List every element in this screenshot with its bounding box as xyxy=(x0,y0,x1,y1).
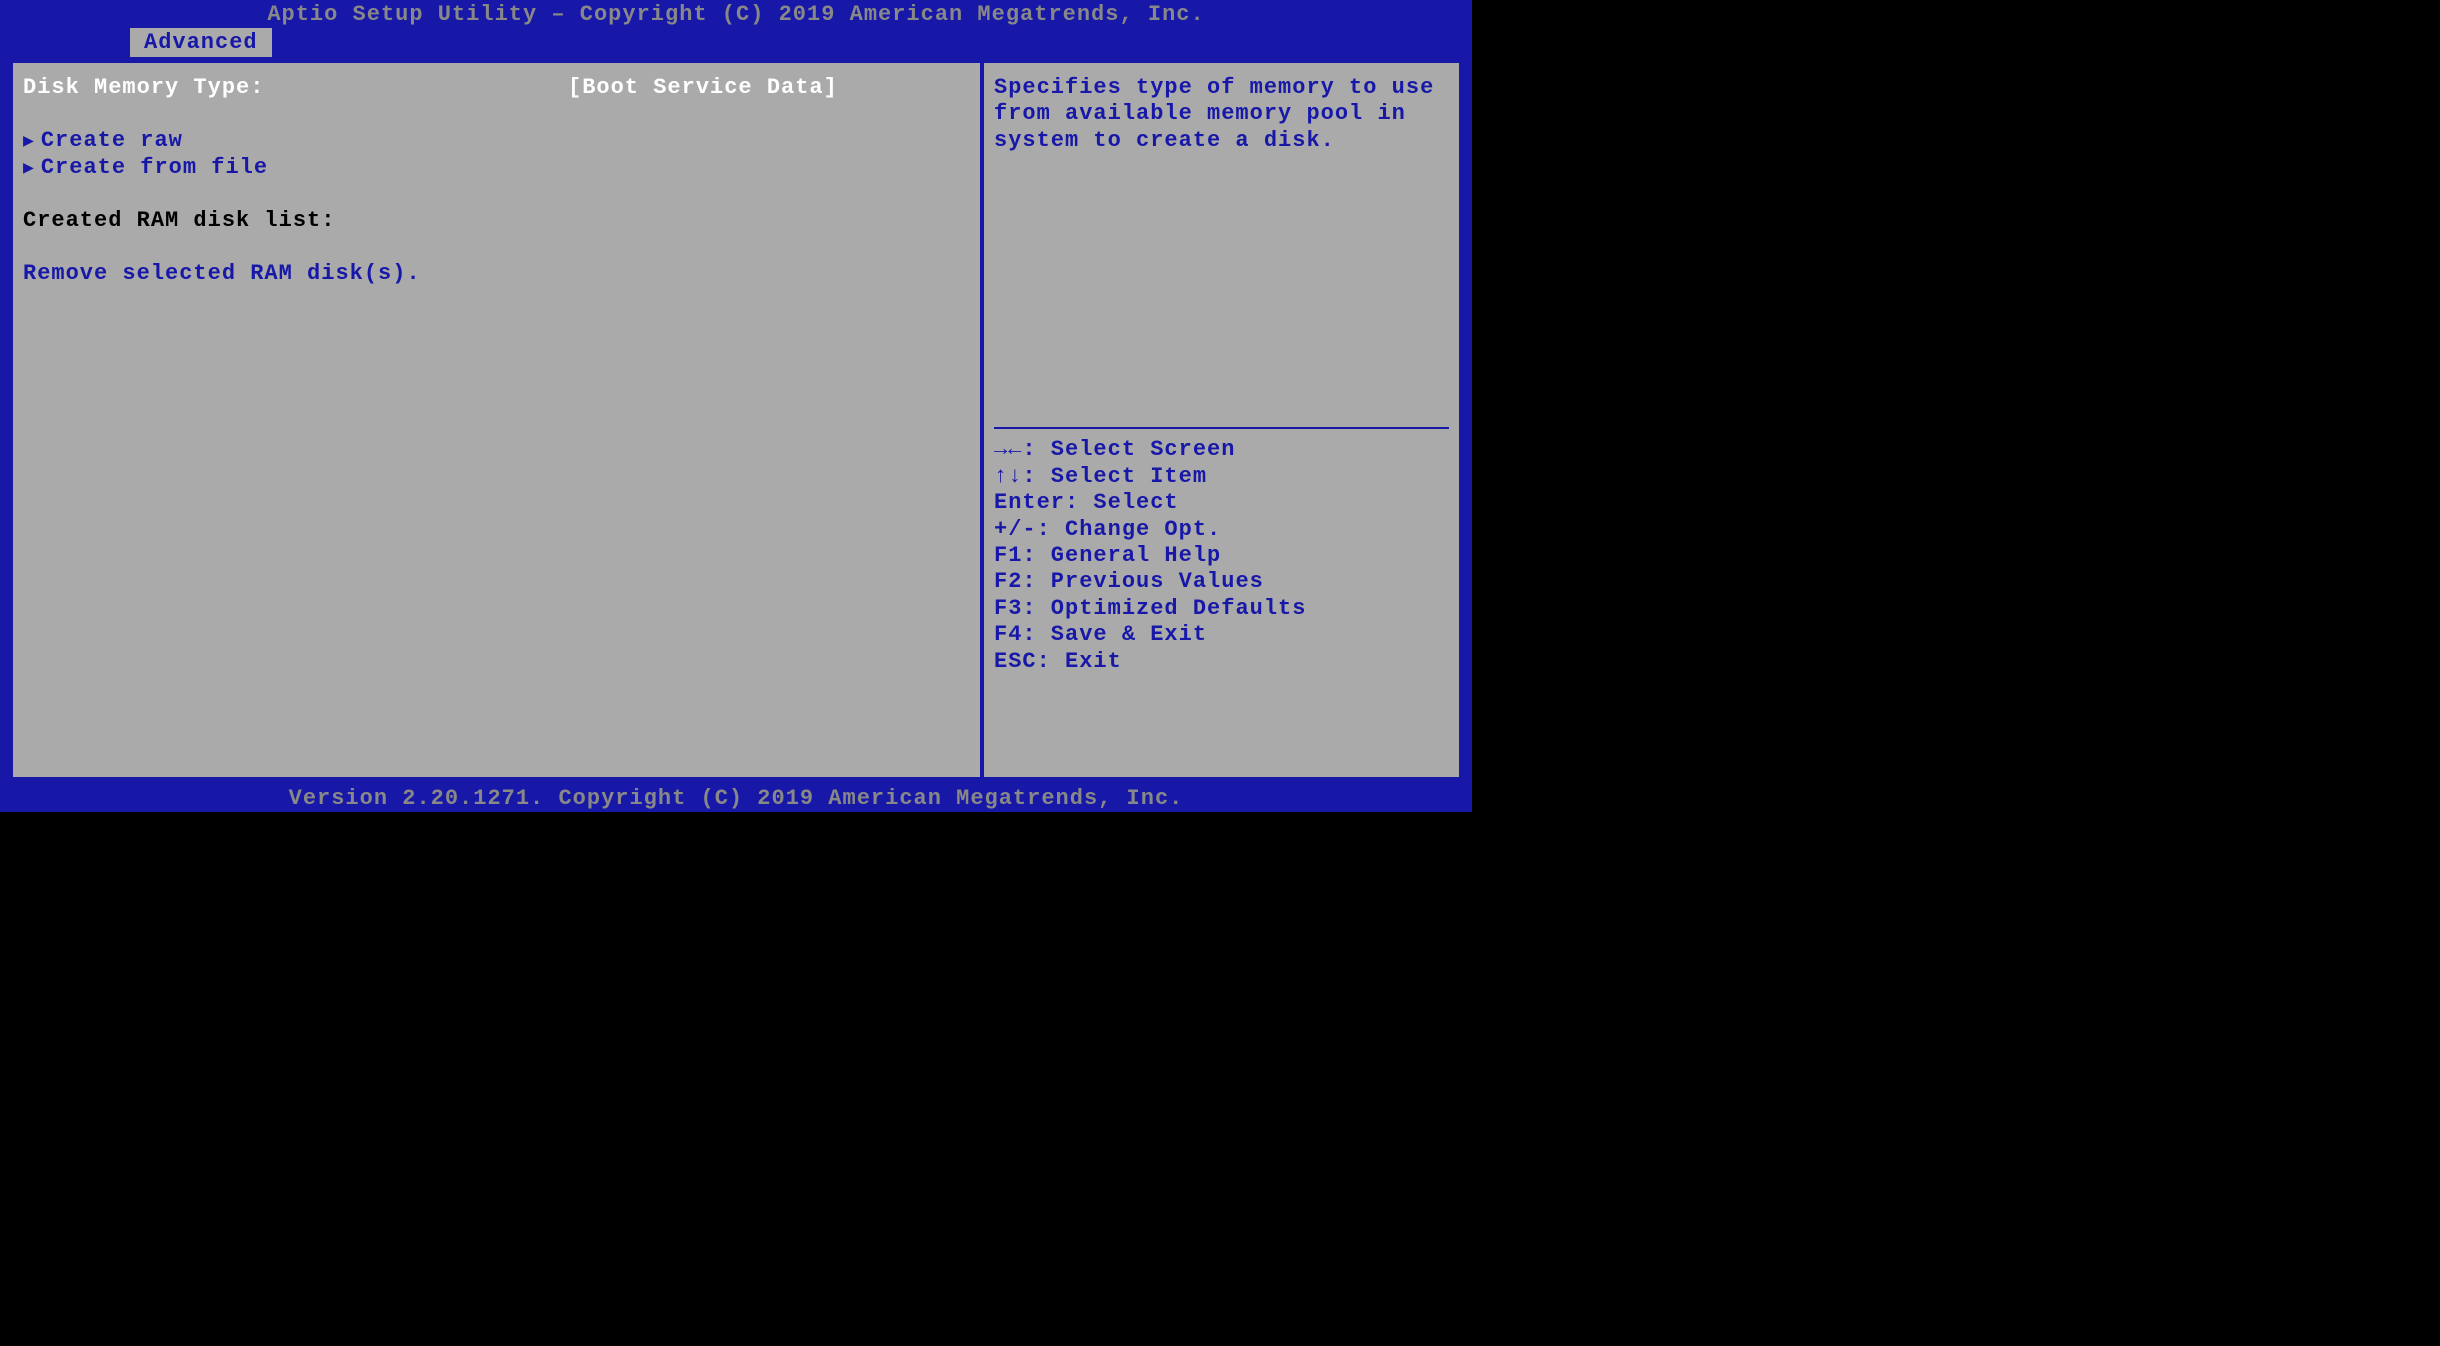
key-select: Enter : Select xyxy=(994,490,1449,516)
key-general-help: F1 : General Help xyxy=(994,543,1449,569)
key-label: : Exit xyxy=(1037,649,1122,675)
spacer xyxy=(994,675,1449,765)
spacer xyxy=(994,154,1449,419)
setting-value: [Boot Service Data] xyxy=(568,75,838,100)
tab-strip: Advanced xyxy=(0,28,1472,56)
key-symbol: F3 xyxy=(994,596,1022,622)
key-label: : Previous Values xyxy=(1022,569,1263,595)
key-label: : General Help xyxy=(1022,543,1221,569)
spacer xyxy=(23,102,970,128)
key-symbol: →← xyxy=(994,437,1022,463)
key-label: : Change Opt. xyxy=(1037,517,1222,543)
tab-advanced[interactable]: Advanced xyxy=(130,28,272,57)
settings-panel: Disk Memory Type: [Boot Service Data] ▶ … xyxy=(10,60,982,780)
disk-memory-type-row[interactable]: Disk Memory Type: [Boot Service Data] xyxy=(23,75,970,100)
menu-create-from-file[interactable]: ▶ Create from file xyxy=(23,155,970,180)
help-description: Specifies type of memory to use from ava… xyxy=(994,75,1449,154)
ram-disk-list-header: Created RAM disk list: xyxy=(23,208,970,233)
key-save-exit: F4 : Save & Exit xyxy=(994,622,1449,648)
key-symbol: F4 xyxy=(994,622,1022,648)
key-exit: ESC : Exit xyxy=(994,649,1449,675)
key-symbol: ESC xyxy=(994,649,1037,675)
spacer xyxy=(23,182,970,208)
help-panel: Specifies type of memory to use from ava… xyxy=(982,60,1462,780)
key-help-list: →← : Select Screen ↑↓ : Select Item Ente… xyxy=(994,437,1449,675)
submenu-arrow-icon: ▶ xyxy=(23,157,35,179)
key-label: : Optimized Defaults xyxy=(1022,596,1306,622)
main-area: Disk Memory Type: [Boot Service Data] ▶ … xyxy=(10,60,1462,780)
header-title: Aptio Setup Utility – Copyright (C) 2019… xyxy=(0,0,1472,28)
key-label: : Select xyxy=(1065,490,1179,516)
key-label: : Save & Exit xyxy=(1022,622,1207,648)
key-select-screen: →← : Select Screen xyxy=(994,437,1449,463)
key-select-item: ↑↓ : Select Item xyxy=(994,464,1449,490)
setting-label: Disk Memory Type: xyxy=(23,75,568,100)
key-label: : Select Screen xyxy=(1022,437,1235,463)
spacer xyxy=(23,235,970,261)
key-previous-values: F2 : Previous Values xyxy=(994,569,1449,595)
menu-label: Create raw xyxy=(41,128,183,153)
divider xyxy=(994,427,1449,429)
key-symbol: Enter xyxy=(994,490,1065,516)
key-symbol: ↑↓ xyxy=(994,464,1022,490)
submenu-arrow-icon: ▶ xyxy=(23,130,35,152)
key-symbol: F2 xyxy=(994,569,1022,595)
key-symbol: +/- xyxy=(994,517,1037,543)
bios-container: Aptio Setup Utility – Copyright (C) 2019… xyxy=(0,0,1472,812)
key-optimized-defaults: F3 : Optimized Defaults xyxy=(994,596,1449,622)
footer-version: Version 2.20.1271. Copyright (C) 2019 Am… xyxy=(0,784,1472,812)
key-symbol: F1 xyxy=(994,543,1022,569)
remove-ram-disk-action[interactable]: Remove selected RAM disk(s). xyxy=(23,261,970,286)
menu-label: Create from file xyxy=(41,155,268,180)
menu-create-raw[interactable]: ▶ Create raw xyxy=(23,128,970,153)
key-label: : Select Item xyxy=(1022,464,1207,490)
key-change-opt: +/- : Change Opt. xyxy=(994,517,1449,543)
